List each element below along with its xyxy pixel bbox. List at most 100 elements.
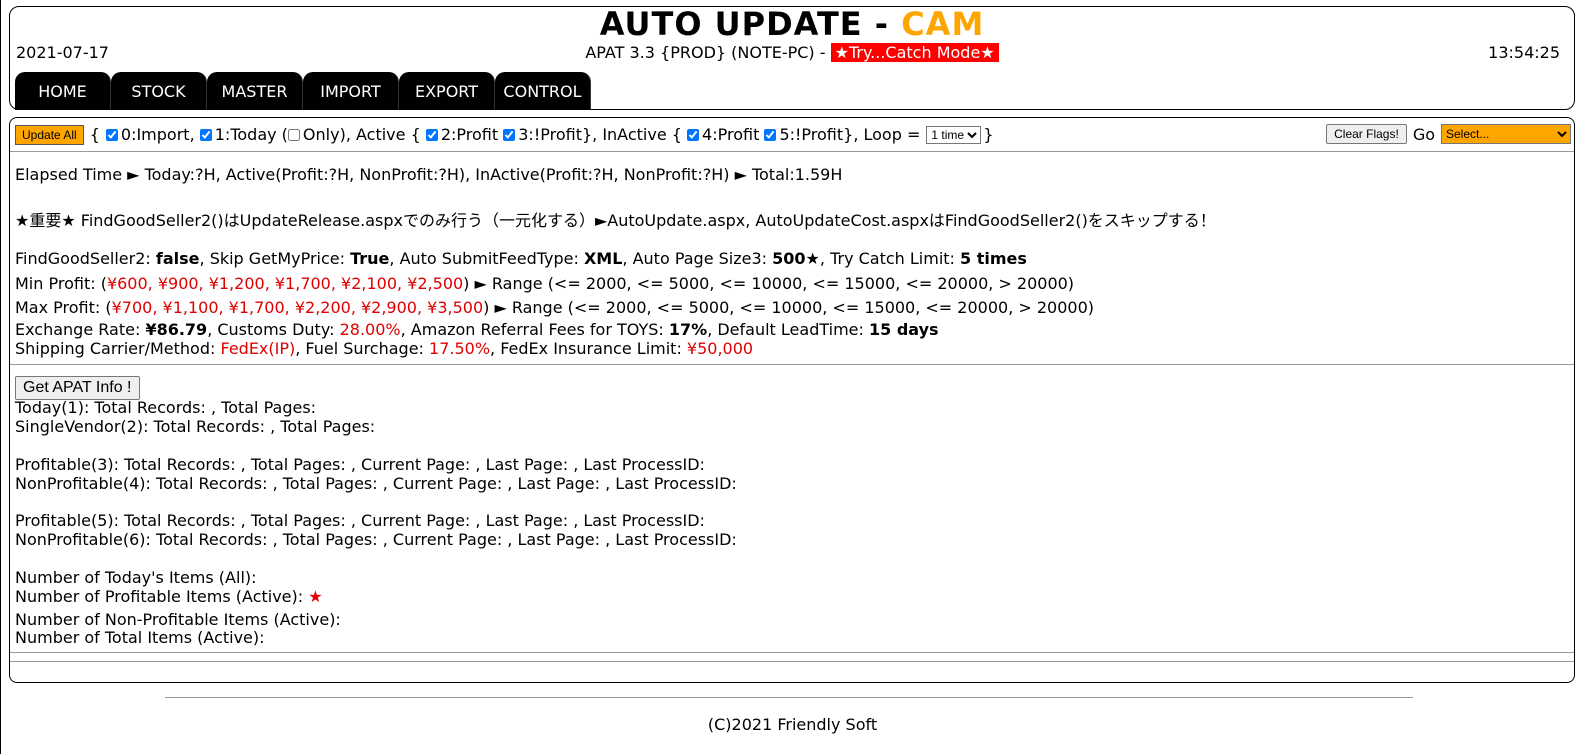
num-total-items: Number of Total Items (Active):	[15, 628, 265, 647]
only-option: Only), Active {	[287, 125, 421, 144]
min-profit-range: ) ► Range (<= 2000, <= 5000, <= 10000, <…	[463, 274, 1075, 293]
page-size-value: 500★	[772, 249, 820, 268]
notprofit5-checkbox[interactable]	[764, 128, 777, 141]
window-edge	[0, 0, 1, 754]
nonprofitable4-stats: NonProfitable(4): Total Records: , Total…	[15, 474, 737, 493]
toolbar: Update All { 0:Import, 1:Today ( Only), …	[10, 118, 1574, 152]
elapsed-time-text: Elapsed Time ► Today:?H, Active(Profit:?…	[15, 165, 843, 184]
profit4-checkbox[interactable]	[687, 128, 700, 141]
brace-open: {	[89, 125, 100, 144]
footer-copyright: (C)2021 Friendly Soft	[707, 715, 878, 734]
settings-line: FindGoodSeller2: false, Skip GetMyPrice:…	[15, 249, 1027, 268]
nav-tab-home[interactable]: HOME	[15, 72, 111, 110]
version-text: APAT 3.3 {PROD} (NOTE-PC) -	[585, 43, 831, 62]
num-today-items: Number of Today's Items (All):	[15, 568, 257, 587]
profitable5-stats: Profitable(5): Total Records: , Total Pa…	[15, 511, 705, 530]
today-stats: Today(1): Total Records: , Total Pages:	[15, 398, 317, 417]
time-text: 13:54:25	[1488, 43, 1560, 62]
notprofit5-option: 5:!Profit}, Loop =	[764, 125, 920, 144]
today-checkbox[interactable]	[199, 128, 212, 141]
max-profit-values: ¥700, ¥1,100, ¥1,700, ¥2,200, ¥2,900, ¥3…	[111, 298, 484, 317]
page-title: AUTO UPDATE - CAM	[10, 7, 1574, 41]
leadtime-value: 15 days	[868, 320, 939, 339]
notprofit3-checkbox[interactable]	[503, 128, 516, 141]
exchange-line: Exchange Rate: ¥86.79, Customs Duty: 28.…	[15, 320, 939, 339]
today-option: 1:Today (	[199, 125, 288, 144]
get-apat-info-button[interactable]: Get APAT Info !	[15, 376, 140, 400]
exchange-value: ¥86.79	[145, 320, 208, 339]
main-panel: Update All { 0:Import, 1:Today ( Only), …	[9, 117, 1575, 683]
loop-select[interactable]: 1 time	[926, 125, 982, 144]
max-profit-line: Max Profit: (¥700, ¥1,100, ¥1,700, ¥2,20…	[15, 298, 1094, 317]
notprofit3-label: 3:!Profit}, InActive {	[518, 125, 682, 144]
min-profit-label: Min Profit: (	[15, 274, 107, 293]
notprofit3-option: 3:!Profit}, InActive {	[503, 125, 682, 144]
nav-tab-export[interactable]: EXPORT	[399, 72, 495, 110]
nav-tab-control[interactable]: CONTROL	[495, 72, 591, 110]
insurance-value: ¥50,000	[686, 339, 754, 358]
version-line: APAT 3.3 {PROD} (NOTE-PC) - ★Try...Catch…	[10, 43, 1574, 62]
profit4-option: 4:Profit	[687, 125, 759, 144]
duty-value: 28.00%	[339, 320, 401, 339]
toolbar-right: Clear Flags! Go Select...	[1326, 124, 1571, 144]
num-profitable-items: Number of Profitable Items (Active): ★	[15, 587, 323, 606]
nonprofitable6-stats: NonProfitable(6): Total Records: , Total…	[15, 530, 737, 549]
nav-bar: HOME STOCK MASTER IMPORT EXPORT CONTROL	[15, 72, 591, 110]
feed-label: , Auto SubmitFeedType:	[389, 249, 584, 268]
brace-close: }	[983, 125, 994, 144]
num-profitable-label: Number of Profitable Items (Active):	[15, 587, 309, 606]
shipping-label: Shipping Carrier/Method:	[15, 339, 221, 358]
fuel-value: 17.50%	[429, 339, 491, 358]
page-size-label: , Auto Page Size3:	[622, 249, 773, 268]
fgs-label: FindGoodSeller2:	[15, 249, 156, 268]
min-profit-values: ¥600, ¥900, ¥1,200, ¥1,700, ¥2,100, ¥2,5…	[106, 274, 464, 293]
referral-fee-value: 17%	[668, 320, 708, 339]
only-label: Only), Active {	[302, 125, 421, 144]
profit2-checkbox[interactable]	[425, 128, 438, 141]
skip-value: True	[350, 249, 390, 268]
single-vendor-stats: SingleVendor(2): Total Records: , Total …	[15, 417, 376, 436]
profit4-label: 4:Profit	[702, 125, 760, 144]
shipping-line: Shipping Carrier/Method: FedEx(IP), Fuel…	[15, 339, 753, 358]
fuel-label: , Fuel Surchage:	[295, 339, 430, 358]
star-icon: ★	[308, 587, 323, 606]
feed-value: XML	[583, 249, 623, 268]
profitable3-stats: Profitable(3): Total Records: , Total Pa…	[15, 455, 705, 474]
import-option: 0:Import,	[105, 125, 195, 144]
info-section: Elapsed Time ► Today:?H, Active(Profit:?…	[10, 153, 1574, 365]
stats-section: Get APAT Info ! Today(1): Total Records:…	[10, 366, 1574, 653]
max-profit-range: ) ► Range (<= 2000, <= 5000, <= 10000, <…	[483, 298, 1094, 317]
go-select[interactable]: Select...	[1441, 124, 1571, 144]
exchange-label: Exchange Rate:	[15, 320, 146, 339]
title-accent: CAM	[901, 5, 985, 43]
go-label: Go	[1412, 124, 1435, 144]
shipping-value: FedEx(IP)	[220, 339, 296, 358]
nav-tab-import[interactable]: IMPORT	[303, 72, 399, 110]
today-label: 1:Today (	[214, 125, 288, 144]
import-checkbox[interactable]	[105, 128, 118, 141]
nav-tab-master[interactable]: MASTER	[207, 72, 303, 110]
profit2-option: 2:Profit	[425, 125, 499, 144]
skip-label: , Skip GetMyPrice:	[199, 249, 351, 268]
duty-label: , Customs Duty:	[207, 320, 340, 339]
insurance-label: , FedEx Insurance Limit:	[490, 339, 687, 358]
mode-badge: ★Try...Catch Mode★	[830, 43, 999, 62]
nav-tab-stock[interactable]: STOCK	[111, 72, 207, 110]
footer-divider	[165, 697, 1413, 698]
notprofit5-label: 5:!Profit}, Loop =	[779, 125, 921, 144]
leadtime-label: , Default LeadTime:	[707, 320, 869, 339]
header-panel: AUTO UPDATE - CAM 2021-07-17 APAT 3.3 {P…	[9, 6, 1575, 110]
fgs-value: false	[155, 249, 200, 268]
clear-flags-button[interactable]: Clear Flags!	[1326, 124, 1407, 144]
min-profit-line: Min Profit: (¥600, ¥900, ¥1,200, ¥1,700,…	[15, 274, 1074, 293]
important-note: ★重要★ FindGoodSeller2()はUpdateRelease.asp…	[15, 211, 1216, 230]
only-checkbox[interactable]	[287, 128, 300, 141]
catch-limit-label: , Try Catch Limit:	[819, 249, 961, 268]
profit2-label: 2:Profit	[440, 125, 499, 144]
update-all-button[interactable]: Update All	[15, 124, 84, 145]
num-nonprofitable-items: Number of Non-Profitable Items (Active):	[15, 610, 341, 629]
referral-fee-label: , Amazon Referral Fees for TOYS:	[400, 320, 669, 339]
max-profit-label: Max Profit: (	[15, 298, 112, 317]
divider	[10, 661, 1574, 662]
catch-limit-value: 5 times	[960, 249, 1027, 268]
